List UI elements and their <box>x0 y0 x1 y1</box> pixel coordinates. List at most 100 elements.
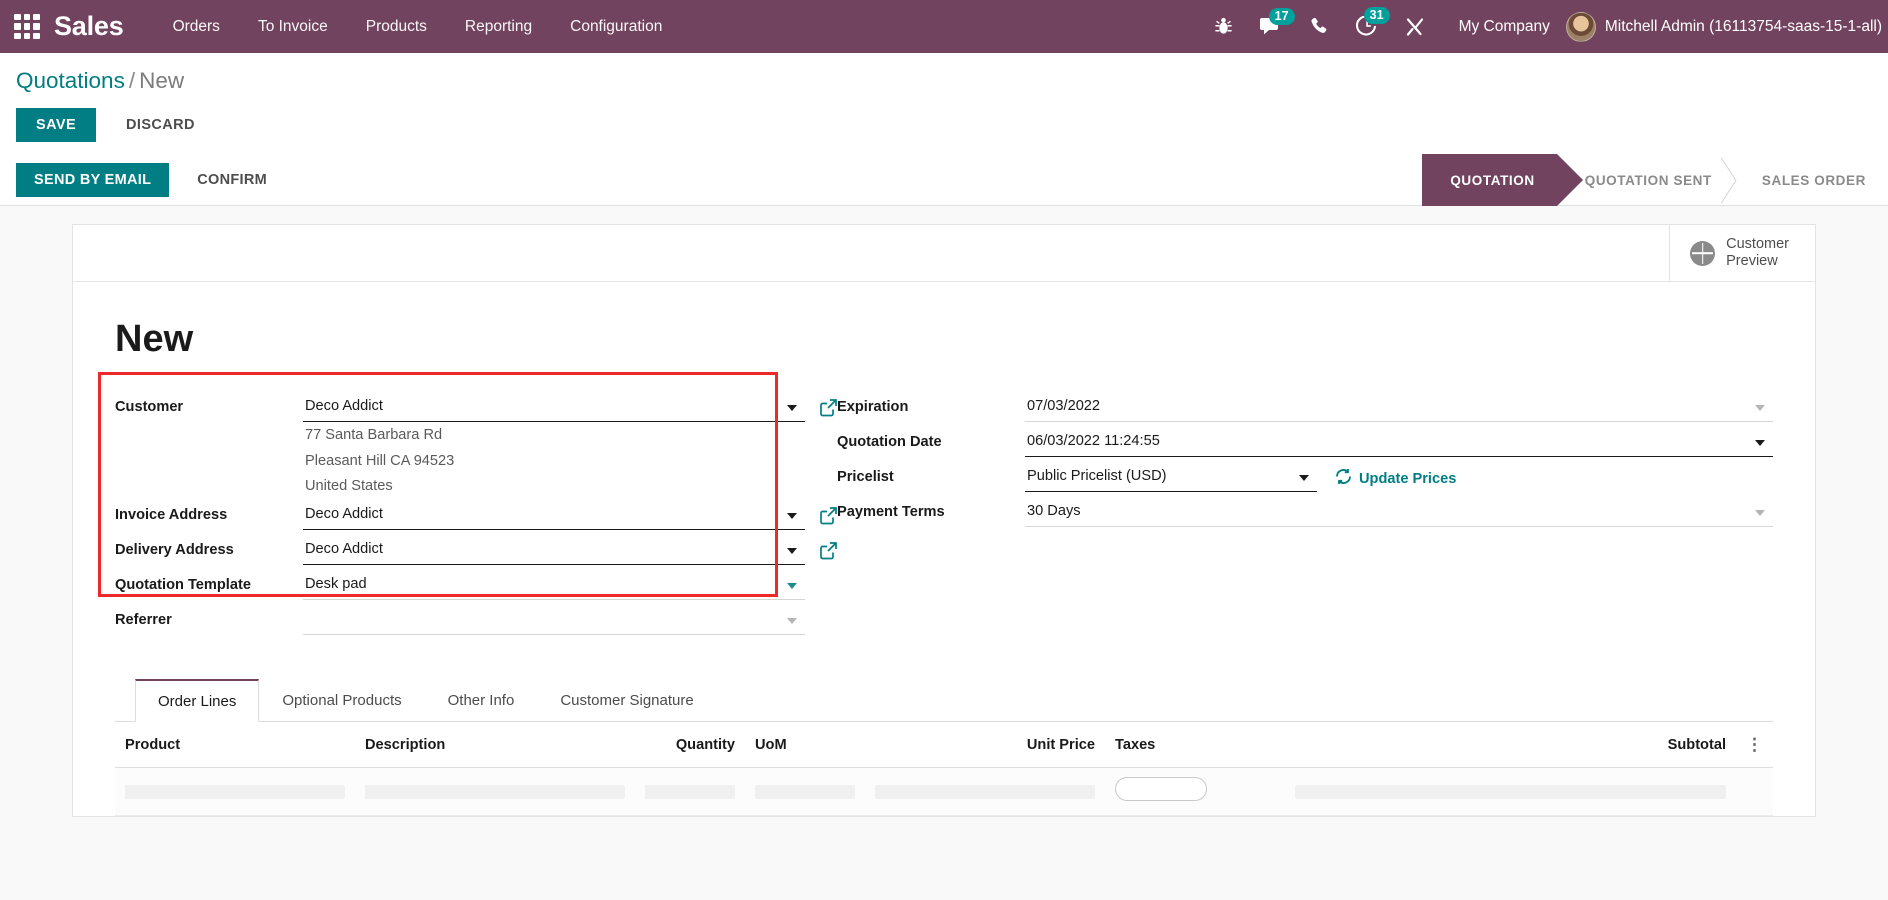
referrer-input[interactable] <box>303 604 805 636</box>
top-navbar: Sales Orders To Invoice Products Reporti… <box>0 0 1888 53</box>
page-title: New <box>115 318 194 360</box>
payment-terms-input[interactable]: 30 Days <box>1025 496 1773 527</box>
order-lines-header: Product Description Quantity UoM Unit Pr… <box>115 722 1773 769</box>
form-column-right: Expiration 07/03/2022 Quotation Date 06/… <box>805 391 1773 639</box>
customer-input[interactable]: Deco Addict <box>303 391 805 422</box>
customer-preview-label: Customer Preview <box>1726 236 1789 270</box>
breadcrumb-current: New <box>139 68 185 93</box>
user-menu[interactable]: Mitchell Admin (16113754-saas-15-1-all) <box>1565 11 1888 42</box>
chevron-down-icon[interactable] <box>787 548 797 555</box>
discard-button[interactable]: DISCARD <box>108 108 213 142</box>
tab-customer-signature[interactable]: Customer Signature <box>537 679 716 721</box>
customer-preview-line2: Preview <box>1726 253 1778 269</box>
activities-badge: 31 <box>1363 7 1390 24</box>
chevron-down-icon[interactable] <box>787 583 797 590</box>
user-name-label: Mitchell Admin (16113754-saas-15-1-all) <box>1604 17 1882 35</box>
chevron-down-icon[interactable] <box>1755 510 1765 516</box>
delivery-address-internal-link-icon[interactable] <box>819 541 839 561</box>
table-row[interactable] <box>115 767 1773 817</box>
pricelist-field: Public Pricelist (USD) <box>1025 461 1317 492</box>
record-buttons: SAVE DISCARD <box>0 98 1888 154</box>
pricelist-label: Pricelist <box>837 469 894 485</box>
sheet-body: New Customer Deco Addict 77 Santa Barbar… <box>73 282 1815 817</box>
status-stage-quotation-sent[interactable]: QUOTATION SENT <box>1557 154 1734 206</box>
quotation-date-input[interactable]: 06/03/2022 11:24:55 <box>1025 426 1773 457</box>
cell-uom[interactable] <box>745 767 865 817</box>
menu-item-reporting[interactable]: Reporting <box>446 18 551 36</box>
breadcrumb-separator: / <box>128 68 136 93</box>
expiration-input[interactable]: 07/03/2022 <box>1025 391 1773 422</box>
payment-terms-label: Payment Terms <box>837 504 945 520</box>
cell-description[interactable] <box>355 767 635 817</box>
form-column-left: Customer Deco Addict 77 Santa Barbara Rd <box>98 372 837 639</box>
invoice-address-label: Invoice Address <box>115 507 228 524</box>
invoice-address-input[interactable]: Deco Addict <box>303 499 805 531</box>
activities-clock-icon[interactable]: 31 <box>1342 7 1391 37</box>
pricelist-input[interactable]: Public Pricelist (USD) <box>1025 461 1317 492</box>
cell-placeholder <box>365 784 625 799</box>
column-header-description[interactable]: Description <box>355 722 635 769</box>
tax-pill <box>1115 777 1207 802</box>
chevron-down-icon[interactable] <box>787 405 797 411</box>
company-switcher[interactable]: My Company <box>1439 18 1566 36</box>
update-prices-button[interactable]: Update Prices <box>1335 461 1456 489</box>
customer-internal-link-icon[interactable] <box>819 398 839 418</box>
chevron-down-icon[interactable] <box>1755 405 1765 411</box>
expiration-label: Expiration <box>837 399 909 415</box>
statusbar: QUOTATION QUOTATION SENT SALES ORDER <box>1422 154 1888 206</box>
chevron-down-icon[interactable] <box>787 513 797 520</box>
messages-icon[interactable]: 17 <box>1246 7 1296 37</box>
menu-item-to-invoice[interactable]: To Invoice <box>239 18 347 36</box>
app-brand-sales[interactable]: Sales <box>54 11 124 42</box>
quotation-template-field-wrap: Desk pad <box>303 569 805 601</box>
column-header-unit-price[interactable]: Unit Price <box>865 722 1105 769</box>
status-stage-sales-order[interactable]: SALES ORDER <box>1734 154 1888 206</box>
column-options-button[interactable]: ⋮ <box>1736 722 1773 769</box>
phone-icon[interactable] <box>1296 17 1342 36</box>
send-by-email-button[interactable]: SEND BY EMAIL <box>16 162 170 197</box>
chevron-down-icon[interactable] <box>1299 475 1309 481</box>
delivery-address-input[interactable]: Deco Addict <box>303 534 805 566</box>
cell-unit-price[interactable] <box>865 767 1105 817</box>
refresh-icon <box>1335 468 1352 489</box>
column-header-subtotal[interactable]: Subtotal <box>1285 722 1736 769</box>
status-stage-quotation[interactable]: QUOTATION <box>1422 154 1584 206</box>
avatar <box>1565 11 1596 42</box>
chevron-down-icon[interactable] <box>787 618 797 625</box>
cell-placeholder <box>645 784 735 799</box>
form-columns: Customer Deco Addict 77 Santa Barbara Rd <box>98 372 1773 639</box>
field-row-quotation-date: Quotation Date 06/03/2022 11:24:55 <box>837 426 1773 461</box>
breadcrumb-quotations[interactable]: Quotations <box>16 68 125 93</box>
invoice-address-internal-link-icon[interactable] <box>819 506 839 526</box>
field-row-quotation-template: Quotation Template Desk pad <box>115 569 805 604</box>
cell-options[interactable] <box>1736 767 1773 817</box>
quotation-template-input[interactable]: Desk pad <box>303 569 805 601</box>
cell-quantity[interactable] <box>635 767 745 817</box>
pricelist-field-wrap: Public Pricelist (USD) Update Prices <box>1025 461 1773 492</box>
field-row-delivery-address: Delivery Address Deco Addict <box>115 534 837 569</box>
stat-buttons-bar: Customer Preview <box>73 225 1815 282</box>
cell-product[interactable] <box>115 767 355 817</box>
tab-order-lines[interactable]: Order Lines <box>135 679 260 723</box>
tab-other-info[interactable]: Other Info <box>425 679 538 721</box>
apps-grid-icon[interactable] <box>14 13 40 40</box>
cell-subtotal[interactable] <box>1285 767 1736 817</box>
expiration-field-wrap: 07/03/2022 <box>1025 391 1773 422</box>
column-header-product[interactable]: Product <box>115 722 355 769</box>
menu-item-configuration[interactable]: Configuration <box>551 18 681 36</box>
tools-icon[interactable] <box>1391 17 1439 37</box>
column-header-quantity[interactable]: Quantity <box>635 722 745 769</box>
chevron-down-icon[interactable] <box>1755 440 1765 446</box>
tab-optional-products[interactable]: Optional Products <box>259 679 424 721</box>
cell-taxes[interactable] <box>1105 767 1285 817</box>
customer-preview-button[interactable]: Customer Preview <box>1669 225 1815 281</box>
column-header-uom[interactable]: UoM <box>745 722 865 769</box>
field-row-pricelist: Pricelist Public Pricelist (USD) Update … <box>837 461 1773 496</box>
save-button[interactable]: SAVE <box>16 108 97 142</box>
menu-item-orders[interactable]: Orders <box>154 18 239 36</box>
bug-icon[interactable] <box>1201 17 1246 36</box>
quotation-date-label: Quotation Date <box>837 434 942 450</box>
confirm-button[interactable]: CONFIRM <box>181 163 283 197</box>
menu-item-products[interactable]: Products <box>347 18 446 36</box>
column-header-taxes[interactable]: Taxes <box>1105 722 1285 769</box>
